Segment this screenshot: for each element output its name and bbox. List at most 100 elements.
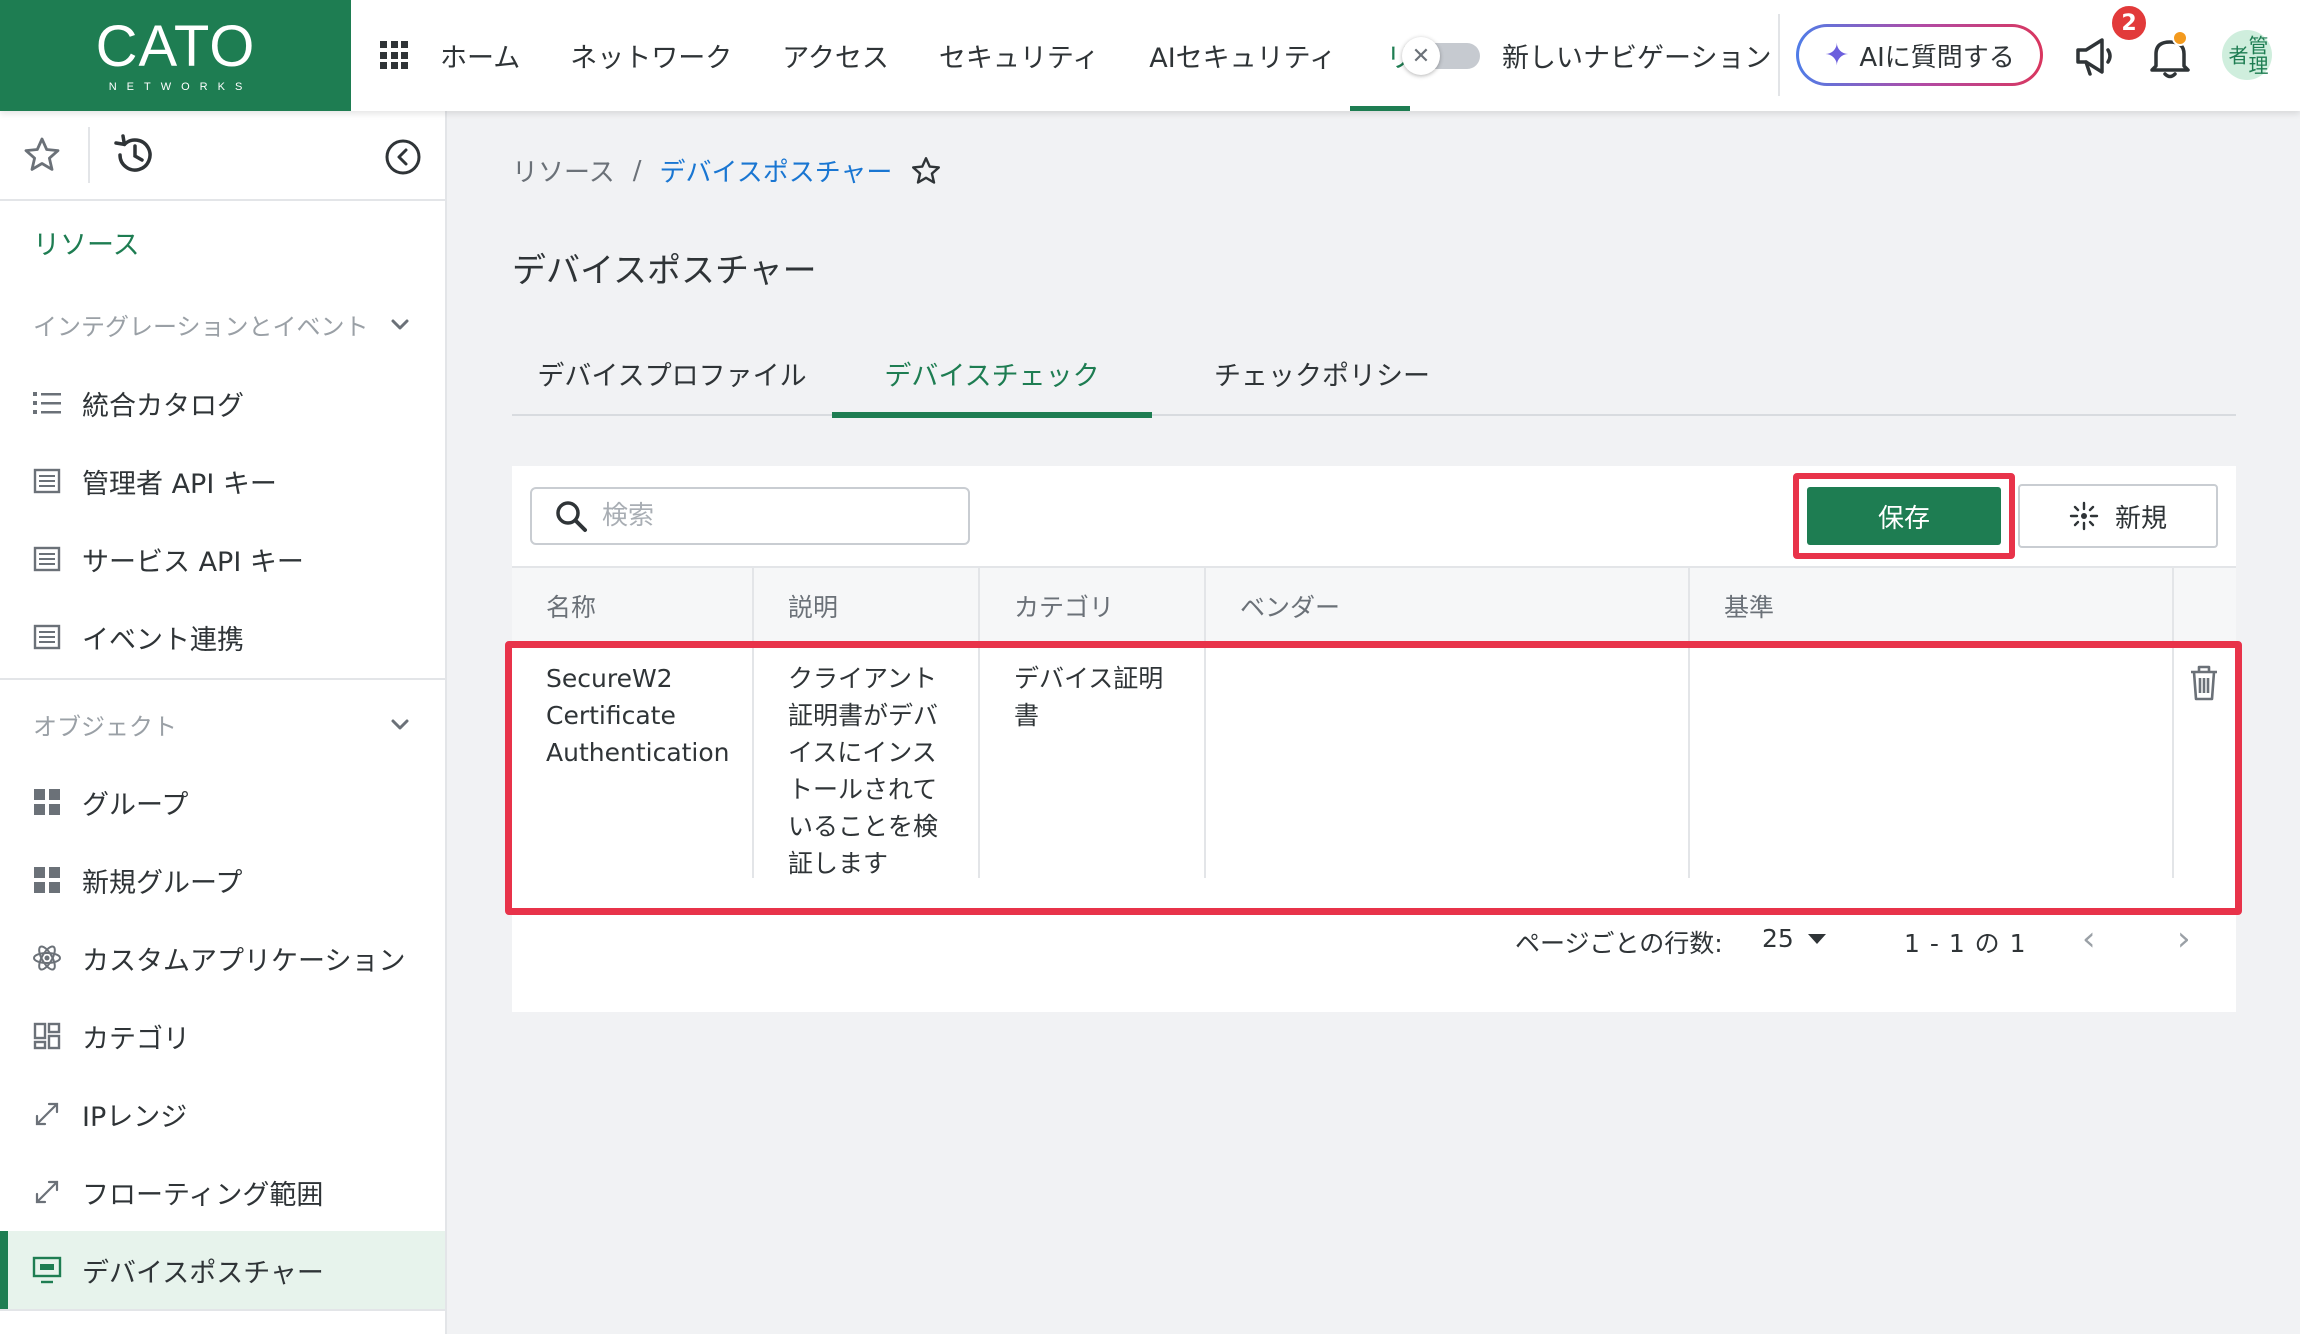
group-header-label: インテグレーションとイベント <box>33 313 369 341</box>
sidebar-item-label: グループ <box>82 789 189 821</box>
tab-device-checks[interactable]: デバイスチェック <box>832 330 1152 418</box>
sidebar-item-label: 統合カタログ <box>82 390 244 422</box>
page-title: デバイスポスチャー <box>512 251 817 291</box>
bell-unread-dot <box>2172 30 2188 46</box>
sidebar-item-label: IPレンジ <box>82 1101 188 1133</box>
document-icon <box>30 464 64 498</box>
group-header-objects[interactable]: オブジェクト <box>33 707 413 742</box>
caret-down-icon <box>1807 933 1826 944</box>
new-button-label: 新規 <box>2114 503 2167 534</box>
history-icon[interactable] <box>112 133 156 177</box>
notification-count-badge: 2 <box>2110 4 2148 42</box>
new-navigation-label: 新しいナビゲーション <box>1502 43 1772 74</box>
search-icon <box>556 501 587 532</box>
sparkle-plus-icon <box>2069 501 2099 531</box>
sidebar-item-label: カテゴリ <box>82 1023 190 1055</box>
sidebar-item-event-integration[interactable]: イベント連携 <box>0 598 445 676</box>
search-input[interactable] <box>602 501 922 531</box>
sidebar-item-service-api-keys[interactable]: サービス API キー <box>0 520 445 598</box>
nav-ai-security[interactable]: AIセキュリティ <box>1149 0 1336 111</box>
top-bar: CATO NETWORKS ホーム ネットワーク アクセス セキュリティ AIセ… <box>0 0 2300 111</box>
sidebar-item-custom-applications[interactable]: カスタムアプリケーション <box>0 919 445 997</box>
sidebar-item-ip-ranges[interactable]: IPレンジ <box>0 1075 445 1153</box>
tab-check-policies[interactable]: チェックポリシー <box>1152 330 1492 416</box>
document-icon <box>30 542 64 576</box>
column-header-criteria[interactable]: 基準 <box>1690 568 2174 644</box>
sidebar-item-floating-ranges[interactable]: フローティング範囲 <box>0 1153 445 1231</box>
cell-criteria <box>1690 644 2174 878</box>
sidebar-item-device-posture[interactable]: デバイスポスチャー <box>0 1231 445 1309</box>
sidebar-item-groups[interactable]: グループ <box>0 763 445 841</box>
breadcrumb: リソース / デバイスポスチャー <box>512 152 942 189</box>
sidebar-item-integration-catalog[interactable]: 統合カタログ <box>0 364 445 442</box>
breadcrumb-separator: / <box>632 155 642 186</box>
new-button[interactable]: 新規 <box>2018 484 2218 548</box>
cato-logo[interactable]: CATO NETWORKS <box>0 0 351 111</box>
ask-ai-label: AIに質問する <box>1859 42 2015 73</box>
breadcrumb-current[interactable]: デバイスポスチャー <box>659 152 892 189</box>
ask-ai-button[interactable]: ✦ AIに質問する <box>1796 24 2043 86</box>
column-header-category[interactable]: カテゴリ <box>980 568 1206 644</box>
rows-per-page-value: 25 <box>1762 924 1794 953</box>
cell-category: デバイス証明 書 <box>980 644 1206 878</box>
nav-access[interactable]: アクセス <box>782 0 889 111</box>
prev-page-icon[interactable]: ‹ <box>2082 922 2112 962</box>
sidebar-item-label: イベント連携 <box>82 624 244 656</box>
cell-name: SecureW2 Certificate Authentication <box>512 644 754 878</box>
top-nav: ホーム ネットワーク アクセス セキュリティ AIセキュリティ リソース <box>440 0 1426 111</box>
dashboard-icon <box>30 1019 64 1053</box>
table-header: 名称 説明 カテゴリ ベンダー 基準 <box>512 566 2236 644</box>
favorites-star-icon[interactable] <box>22 135 62 175</box>
grid-icon <box>30 785 64 819</box>
nav-security[interactable]: セキュリティ <box>939 0 1099 111</box>
sidebar-item-admin-api-keys[interactable]: 管理者 API キー <box>0 442 445 520</box>
column-header-vendor[interactable]: ベンダー <box>1206 568 1690 644</box>
breadcrumb-parent[interactable]: リソース <box>512 152 615 189</box>
next-page-icon[interactable]: › <box>2177 922 2207 962</box>
grid-icon <box>30 863 64 897</box>
search-box[interactable] <box>530 487 970 545</box>
sidebar-section-title[interactable]: リソース <box>33 223 140 262</box>
save-button[interactable]: 保存 <box>1807 487 2001 545</box>
tab-bar: デバイスプロファイル デバイスチェック チェックポリシー <box>512 330 2236 418</box>
tab-device-profiles[interactable]: デバイスプロファイル <box>512 330 832 416</box>
expand-arrows-icon <box>30 1097 64 1131</box>
group-header-integrations[interactable]: インテグレーションとイベント <box>33 307 413 342</box>
nav-active-indicator <box>1350 106 1410 111</box>
rows-per-page-select[interactable]: 25 <box>1762 924 1826 953</box>
sidebar-item-new-groups[interactable]: 新規グループ <box>0 841 445 919</box>
document-icon <box>30 620 64 654</box>
cell-vendor <box>1206 644 1690 878</box>
apps-grid-icon[interactable] <box>380 41 408 69</box>
megaphone-icon[interactable] <box>2072 32 2120 80</box>
sidebar-item-label: 新規グループ <box>82 867 243 899</box>
list-icon <box>30 386 64 420</box>
nav-network[interactable]: ネットワーク <box>570 0 732 111</box>
nav-home[interactable]: ホーム <box>440 0 520 111</box>
favorite-star-icon[interactable] <box>910 155 942 187</box>
collapse-sidebar-icon[interactable] <box>384 138 422 176</box>
sidebar-tools <box>0 111 445 201</box>
sidebar-item-categories[interactable]: カテゴリ <box>0 997 445 1075</box>
atom-icon <box>30 941 64 975</box>
device-checks-panel: 保存 新規 名称 説明 カテゴリ ベンダー 基準 SecureW2 Certif… <box>512 466 2236 1012</box>
expand-arrows-icon <box>30 1175 64 1209</box>
sparkle-icon: ✦ <box>1824 37 1850 73</box>
page-range: 1 - 1 の 1 <box>1904 929 2027 958</box>
rows-per-page-label: ページごとの行数: <box>1515 929 1723 958</box>
logo-subtext: NETWORKS <box>108 80 253 93</box>
user-avatar[interactable]: 管理者 <box>2222 30 2272 80</box>
sidebar-item-label: サービス API キー <box>82 546 304 578</box>
column-header-description[interactable]: 説明 <box>754 568 980 644</box>
sidebar: リソース インテグレーションとイベント 統合カタログ 管理者 API キー サー… <box>0 111 447 1334</box>
monitor-icon <box>30 1253 64 1287</box>
topbar-divider <box>1778 14 1780 96</box>
pagination: ページごとの行数: 25 1 - 1 の 1 ‹ › <box>512 914 2236 974</box>
trash-icon[interactable] <box>2188 664 2220 702</box>
table-row[interactable]: SecureW2 Certificate Authentication クライア… <box>512 644 2236 878</box>
sidebar-item-label: デバイスポスチャー <box>82 1257 324 1289</box>
logo-text: CATO <box>95 13 256 79</box>
sidebar-item-label: カスタムアプリケーション <box>82 945 406 977</box>
new-navigation-toggle[interactable]: ✕ <box>1402 37 1480 75</box>
column-header-name[interactable]: 名称 <box>512 568 754 644</box>
